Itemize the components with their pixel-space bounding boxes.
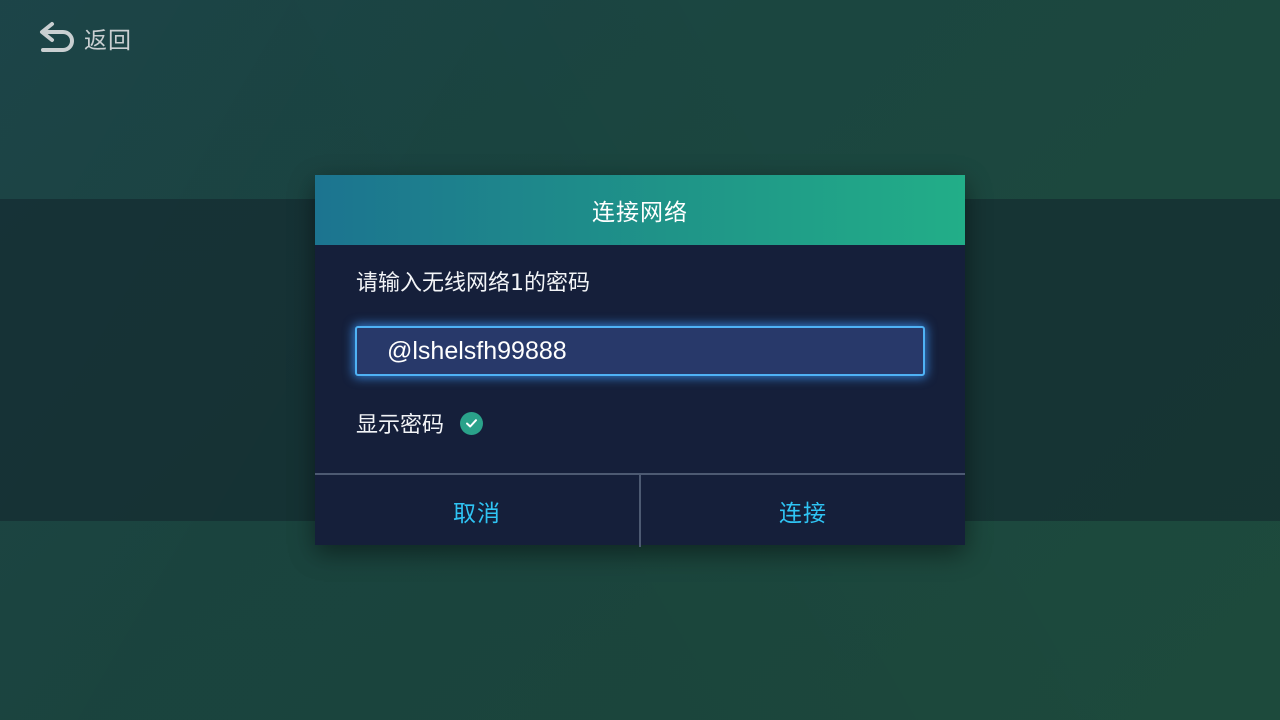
show-password-label: 显示密码 bbox=[356, 413, 445, 438]
password-prompt: 请输入无线网络1的密码 bbox=[356, 271, 590, 296]
tv-screen: 返回 连接网络 请输入无线网络1的密码 显示密码 取消 连接 bbox=[0, 0, 1280, 720]
dialog-footer: 取消 连接 bbox=[315, 473, 965, 547]
back-arrow-icon bbox=[40, 22, 74, 52]
checkmark-icon bbox=[466, 418, 478, 427]
back-label: 返回 bbox=[84, 28, 132, 54]
dialog-header: 连接网络 bbox=[315, 175, 965, 245]
cancel-button[interactable]: 取消 bbox=[315, 475, 639, 547]
back-button[interactable]: 返回 bbox=[38, 20, 132, 56]
show-password-checkbox[interactable] bbox=[460, 411, 484, 435]
connect-button[interactable]: 连接 bbox=[641, 475, 965, 547]
password-input[interactable] bbox=[355, 326, 925, 376]
connect-network-dialog: 连接网络 请输入无线网络1的密码 显示密码 取消 连接 bbox=[315, 175, 965, 547]
dialog-title: 连接网络 bbox=[592, 200, 688, 226]
show-password-row: 显示密码 bbox=[356, 407, 484, 439]
